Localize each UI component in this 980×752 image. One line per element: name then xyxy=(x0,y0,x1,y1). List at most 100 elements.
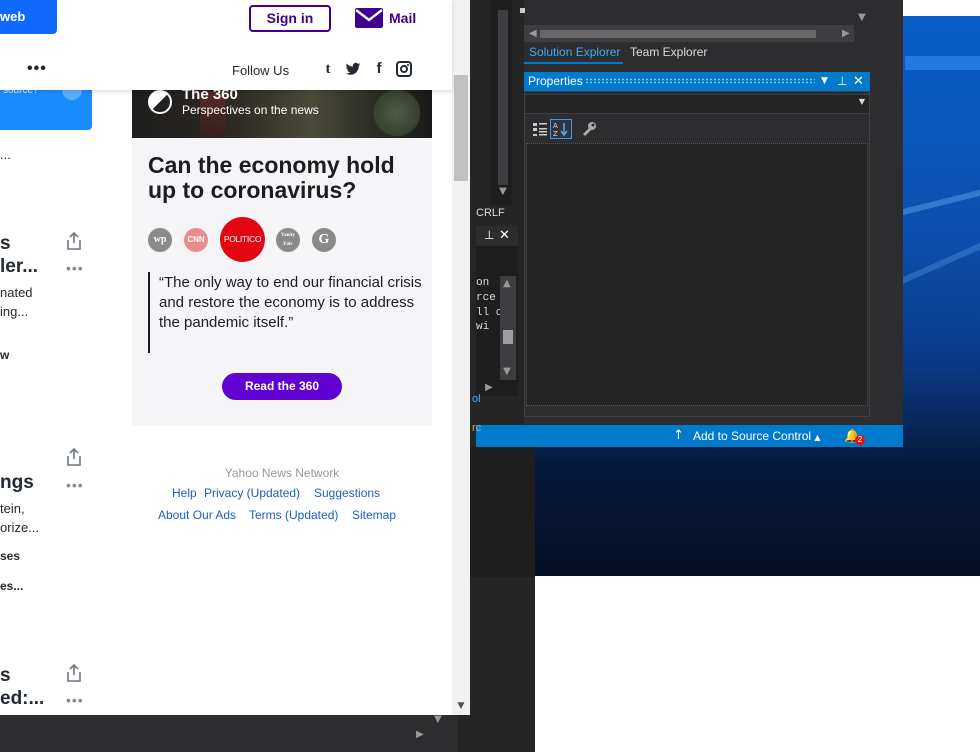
more-options-icon[interactable]: ••• xyxy=(66,477,84,493)
code-line: ll c xyxy=(476,307,503,319)
scroll-down-icon[interactable]: ▼ xyxy=(503,366,511,377)
wallpaper-light-beam xyxy=(893,232,980,287)
output-pane-header: ⊥ ✕ xyxy=(476,226,518,246)
publisher-politico-icon: POLITICO xyxy=(220,217,265,262)
close-icon[interactable]: ✕ xyxy=(499,226,510,245)
twitter-icon[interactable] xyxy=(345,61,361,77)
notifications-button[interactable]: 🔔 2 xyxy=(844,425,865,448)
line-ending-indicator[interactable]: CRLF xyxy=(476,204,512,222)
instagram-icon[interactable] xyxy=(396,61,412,77)
browser-scrollbar-thumb[interactable] xyxy=(454,75,468,181)
the-360-quote: “The only way to end our financial crisi… xyxy=(159,274,422,331)
horizontal-scrollbar-thumb[interactable] xyxy=(540,30,816,38)
scroll-right-icon[interactable]: ▶ xyxy=(485,382,493,393)
banner-image-decoration xyxy=(370,86,424,140)
output-vertical-scrollbar[interactable] xyxy=(500,276,516,380)
code-line: rce xyxy=(476,292,496,304)
editor-vertical-scrollbar[interactable] xyxy=(498,10,508,185)
share-icon[interactable] xyxy=(65,231,83,251)
properties-object-select[interactable]: ▼ xyxy=(524,94,870,114)
publisher-washington-post-icon: wp xyxy=(148,228,172,252)
footer-link-about-ads[interactable]: About Our Ads xyxy=(158,508,236,522)
svg-text:Z: Z xyxy=(553,130,558,138)
arrow-up-icon: ↑ xyxy=(673,428,684,443)
code-fragment: ol xyxy=(472,393,481,405)
resize-grip-icon xyxy=(520,8,525,13)
code-line: on xyxy=(476,277,490,289)
chevron-down-icon[interactable]: ▼ xyxy=(859,97,865,106)
more-options-icon[interactable]: ••• xyxy=(66,260,84,276)
output-scrollbar-thumb[interactable] xyxy=(503,330,513,344)
footer-network-label: Yahoo News Network xyxy=(224,466,340,480)
more-menu-button[interactable]: ••• xyxy=(27,60,47,78)
facebook-icon[interactable]: f xyxy=(371,61,387,77)
scroll-down-icon[interactable]: ▼ xyxy=(434,714,442,725)
add-to-source-control-label: Add to Source Control xyxy=(693,429,812,443)
properties-toolbar: AZ xyxy=(524,118,870,140)
follow-us-label: Follow Us xyxy=(232,63,290,78)
categorized-icon[interactable] xyxy=(529,119,551,139)
mail-link[interactable]: Mail xyxy=(389,10,416,26)
pin-icon[interactable]: ⊥ xyxy=(484,226,494,245)
properties-title: Properties xyxy=(528,74,583,88)
add-to-source-control-button[interactable]: Add to Source Control ▲ xyxy=(693,425,821,449)
scroll-down-icon[interactable]: ▼ xyxy=(858,12,866,23)
the-360-title[interactable]: Can the economy hold up to coronavirus? xyxy=(148,153,424,203)
the-360-tagline: Perspectives on the news xyxy=(182,103,319,117)
footer-link-help[interactable]: Help xyxy=(172,486,197,500)
scroll-down-icon[interactable]: ▼ xyxy=(452,697,470,715)
stream-headline[interactable]: s xyxy=(0,665,11,687)
close-icon[interactable]: ✕ xyxy=(853,72,864,91)
stream-byline: es... xyxy=(0,579,24,593)
code-line: wi xyxy=(476,321,490,333)
scroll-left-icon[interactable]: ◀ xyxy=(529,28,537,39)
search-web-button[interactable]: web xyxy=(0,0,57,34)
stream-snippet: nated xyxy=(0,285,33,300)
background-window xyxy=(470,447,535,577)
share-icon[interactable] xyxy=(65,447,83,467)
footer-link-sitemap[interactable]: Sitemap xyxy=(352,508,396,522)
stream-headline[interactable]: ed:... xyxy=(0,688,44,710)
stream-headline[interactable]: ngs xyxy=(0,472,34,494)
read-the-360-button[interactable]: Read the 360 xyxy=(222,373,342,400)
alphabetical-sort-icon[interactable]: AZ xyxy=(550,119,572,139)
background-window-bottom: ▶ ▼ xyxy=(0,714,458,752)
footer-link-privacy[interactable]: Privacy (Updated) xyxy=(204,486,300,500)
scroll-up-icon[interactable]: ▲ xyxy=(503,278,511,289)
properties-grid[interactable] xyxy=(526,143,868,406)
stream-snippet: orize... xyxy=(0,520,40,535)
vs-status-bar: ↑ Add to Source Control ▲ 🔔 2 xyxy=(476,425,903,447)
stream-snippet: tein, xyxy=(0,501,25,516)
sign-in-button[interactable]: Sign in xyxy=(249,5,331,32)
scroll-right-icon[interactable]: ▶ xyxy=(416,729,424,740)
pin-icon[interactable]: ⊥ xyxy=(837,72,847,91)
yahoo-header: web Sign in Mail ••• Follow Us t f xyxy=(0,0,452,90)
scroll-right-icon[interactable]: ▶ xyxy=(842,28,850,39)
scroll-down-icon[interactable]: ▼ xyxy=(499,186,507,197)
more-options-icon[interactable]: ••• xyxy=(66,692,84,708)
quote-bar xyxy=(148,272,150,353)
footer-link-terms[interactable]: Terms (Updated) xyxy=(249,508,338,522)
tumblr-icon[interactable]: t xyxy=(320,61,336,77)
mail-icon[interactable] xyxy=(355,8,383,28)
stream-snippet: ing... xyxy=(0,304,29,319)
tab-solution-explorer[interactable]: Solution Explorer xyxy=(524,42,623,64)
share-icon[interactable] xyxy=(65,663,83,683)
publisher-vanity-fair-icon: Vanity Fair xyxy=(276,228,300,252)
publisher-cnn-icon: CNN xyxy=(184,228,208,252)
caret-up-icon: ▲ xyxy=(814,433,821,442)
dropdown-icon[interactable]: ▼ xyxy=(821,72,828,91)
stream-snippet: ... xyxy=(0,147,11,162)
browser-window: web Sign in Mail ••• Follow Us t f sourc… xyxy=(0,0,470,715)
footer-link-suggestions[interactable]: Suggestions xyxy=(314,486,380,500)
stream-headline[interactable]: s xyxy=(0,233,11,255)
stream-byline: ses xyxy=(0,549,21,563)
properties-header-grip xyxy=(585,78,815,84)
tab-team-explorer[interactable]: Team Explorer xyxy=(627,42,747,64)
stream-headline[interactable]: ler... xyxy=(0,256,38,278)
property-pages-wrench-icon[interactable] xyxy=(578,119,600,139)
the-360-logo-icon xyxy=(148,90,172,114)
code-fragment: rc xyxy=(472,422,482,434)
svg-text:A: A xyxy=(553,122,558,130)
publisher-g-icon: G xyxy=(312,228,336,252)
